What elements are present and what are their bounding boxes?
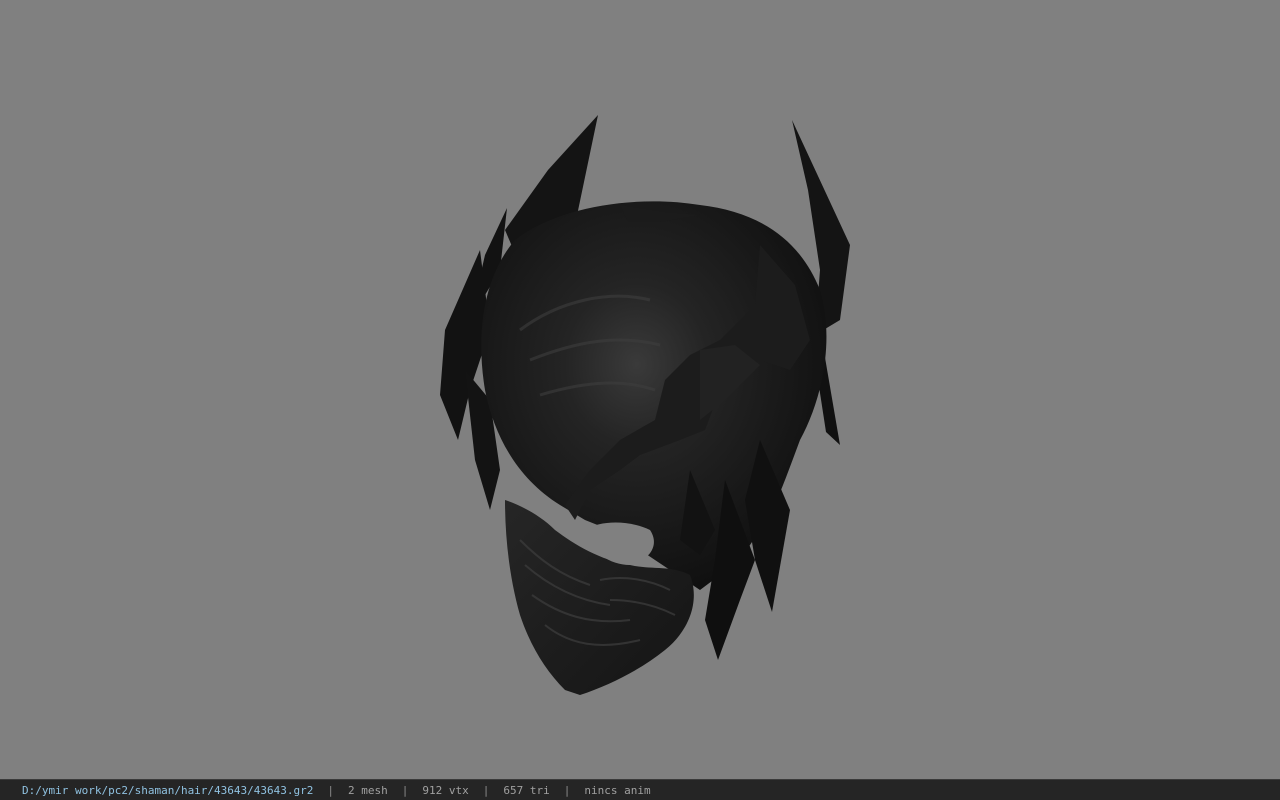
status-bar: D:/ymir work/pc2/shaman/hair/43643/43643… bbox=[0, 779, 1280, 800]
animation-status: nincs anim bbox=[584, 783, 651, 797]
file-path: D:/ymir work/pc2/shaman/hair/43643/43643… bbox=[22, 783, 314, 797]
mesh-count: 2 mesh bbox=[348, 783, 388, 797]
triangle-count: 657 tri bbox=[503, 783, 550, 797]
separator: | bbox=[482, 783, 490, 797]
separator: | bbox=[401, 783, 409, 797]
separator: | bbox=[327, 783, 335, 797]
3d-viewport[interactable] bbox=[0, 0, 1280, 779]
hair-model-render bbox=[440, 115, 850, 695]
vertex-count: 912 vtx bbox=[422, 783, 469, 797]
separator: | bbox=[563, 783, 571, 797]
